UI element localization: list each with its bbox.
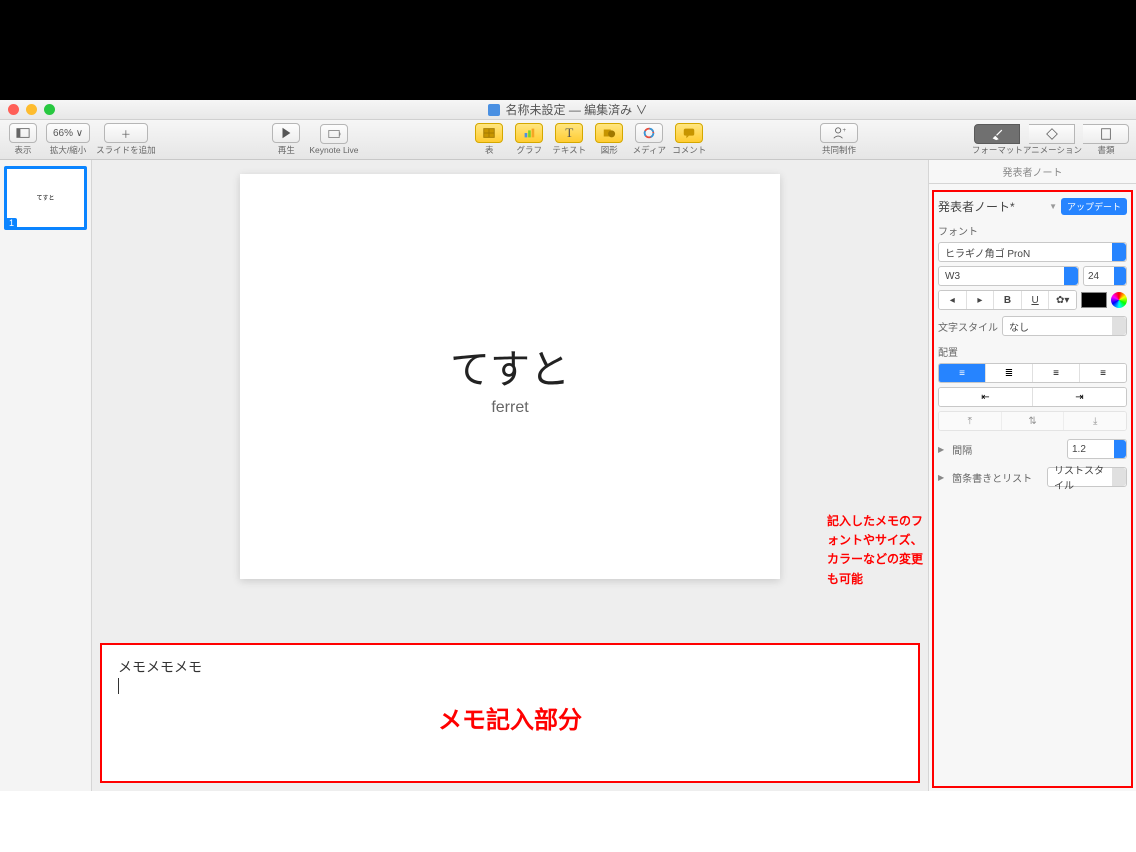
shape-button[interactable]: 図形 — [592, 123, 626, 156]
font-size-field[interactable]: 24 — [1083, 266, 1127, 286]
bold-button[interactable]: B — [994, 291, 1022, 309]
view-button[interactable]: 表示 — [6, 123, 40, 156]
char-style-select[interactable]: なし — [1002, 316, 1127, 336]
zoom-button[interactable]: 66% ∨ 拡大/縮小 — [46, 123, 90, 156]
add-slide-button[interactable]: ＋ スライドを追加 — [96, 123, 156, 156]
window-title[interactable]: 名称未設定 — 編集済み ∨ — [505, 101, 647, 118]
svg-text:+: + — [843, 127, 847, 134]
slide-subtitle[interactable]: ferret — [491, 399, 528, 417]
line-spacing-field[interactable]: 1.2 — [1067, 439, 1127, 459]
text-color-swatch[interactable] — [1081, 292, 1107, 308]
play-button[interactable]: 再生 — [269, 123, 303, 156]
window-titlebar: 名称未設定 — 編集済み ∨ — [0, 100, 1136, 120]
document-tab[interactable]: 書類 — [1082, 124, 1130, 156]
table-icon — [482, 126, 496, 140]
zoom-window-button[interactable] — [44, 104, 55, 115]
align-justify-button[interactable]: ≡ — [1080, 364, 1126, 382]
comment-button[interactable]: コメント — [672, 123, 706, 156]
brush-icon — [990, 127, 1004, 141]
minimize-window-button[interactable] — [26, 104, 37, 115]
shape-icon — [602, 126, 616, 140]
chart-icon — [522, 126, 536, 140]
spacing-label: 間隔 — [952, 442, 972, 457]
align-right-button[interactable]: ≡ — [1033, 364, 1080, 382]
chevron-down-icon[interactable]: ▼ — [1049, 202, 1057, 211]
slide-navigator[interactable]: てすと 1 — [0, 160, 92, 791]
inspector-title: 発表者ノート* — [938, 198, 1045, 215]
close-window-button[interactable] — [8, 104, 19, 115]
font-weight-select[interactable]: W3 — [938, 266, 1079, 286]
media-button[interactable]: メディア — [632, 123, 666, 156]
alignment-label: 配置 — [938, 344, 1127, 359]
notes-annotation-label: メモ記入部分 — [438, 700, 582, 735]
presenter-notes-text[interactable]: メモメモメモ — [118, 657, 902, 677]
more-style-button[interactable]: ✿▾ — [1049, 291, 1076, 309]
toolbar: 表示 66% ∨ 拡大/縮小 ＋ スライドを追加 再生 Keynote Live… — [0, 120, 1136, 160]
broadcast-icon — [327, 127, 341, 141]
table-button[interactable]: 表 — [472, 123, 506, 156]
valign-top-button[interactable]: ⤒ — [939, 412, 1002, 430]
slide-thumbnail[interactable]: てすと 1 — [4, 166, 87, 230]
align-left-button[interactable]: ≡ — [939, 364, 986, 382]
color-wheel-button[interactable] — [1111, 292, 1127, 308]
text-button[interactable]: T テキスト — [552, 123, 586, 156]
slide-canvas[interactable]: てすと ferret 記入したメモのフォントやサイズ、 カラーなどの変更も可能 — [92, 160, 928, 643]
strikethrough-right-button[interactable]: ▸ — [967, 291, 995, 309]
slide[interactable]: てすと ferret — [240, 174, 780, 579]
diamond-icon — [1045, 127, 1059, 141]
collaborate-button[interactable]: + 共同制作 — [820, 123, 858, 156]
valign-middle-button[interactable]: ⇅ — [1002, 412, 1065, 430]
font-family-select[interactable]: ヒラギノ角ゴ ProN — [938, 242, 1127, 262]
indent-increase-button[interactable]: ⇥ — [1033, 388, 1126, 406]
animation-tab[interactable]: アニメーション — [1023, 124, 1082, 156]
bullets-label: 箇条書きとリスト — [952, 470, 1032, 485]
strikethrough-left-button[interactable]: ◂ — [939, 291, 967, 309]
document-icon — [1099, 127, 1113, 141]
text-cursor — [118, 678, 119, 694]
view-icon — [16, 126, 30, 140]
valign-bottom-button[interactable]: ⤓ — [1064, 412, 1126, 430]
char-style-label: 文字スタイル — [938, 319, 998, 334]
inspector-tab-header[interactable]: 発表者ノート — [929, 160, 1136, 184]
chart-button[interactable]: グラフ — [512, 123, 546, 156]
update-button[interactable]: アップデート — [1061, 198, 1127, 215]
underline-button[interactable]: U — [1022, 291, 1050, 309]
play-icon — [279, 126, 293, 140]
align-center-button[interactable]: ≣ — [986, 364, 1033, 382]
slide-title[interactable]: てすと — [450, 337, 570, 395]
indent-decrease-button[interactable]: ⇤ — [939, 388, 1033, 406]
disclosure-triangle-icon[interactable]: ▶ — [938, 473, 944, 482]
keynote-live-button[interactable]: Keynote Live — [309, 124, 358, 155]
annotation-text: 記入したメモのフォントやサイズ、 カラーなどの変更も可能 — [827, 512, 928, 589]
slide-number: 1 — [6, 218, 17, 228]
format-tab[interactable]: フォーマット — [972, 124, 1023, 156]
presenter-notes-area[interactable]: メモメモメモ メモ記入部分 — [100, 643, 920, 783]
document-icon — [488, 104, 500, 116]
media-icon — [642, 126, 656, 140]
disclosure-triangle-icon[interactable]: ▶ — [938, 445, 944, 454]
person-add-icon: + — [832, 126, 846, 140]
comment-icon — [682, 126, 696, 140]
font-section-label: フォント — [938, 223, 1127, 238]
bullets-select[interactable]: リストスタイル — [1047, 467, 1127, 487]
inspector-panel: 発表者ノート 発表者ノート* ▼ アップデート フォント ヒラギノ角ゴ ProN… — [928, 160, 1136, 791]
